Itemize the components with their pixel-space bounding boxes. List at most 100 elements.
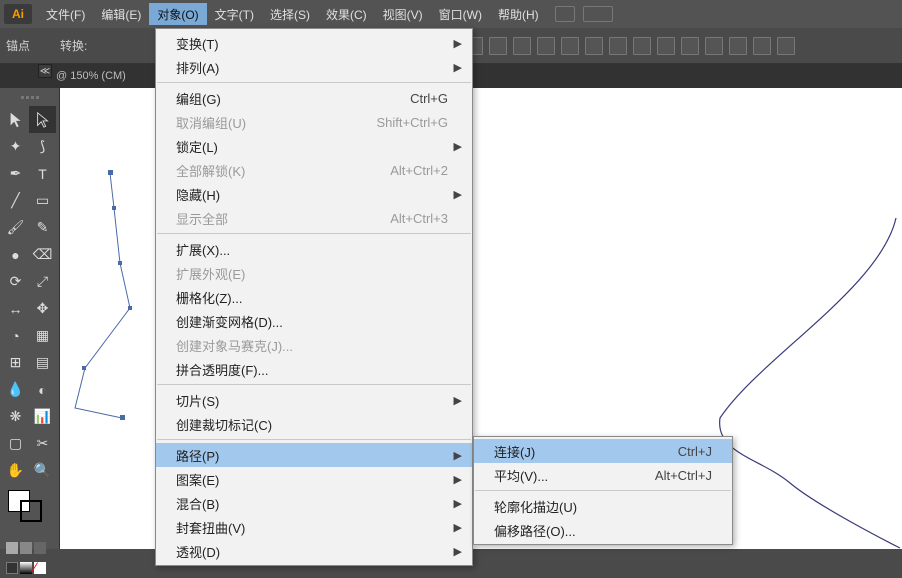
path-submenu-item-1[interactable]: 平均(V)...Alt+Ctrl+J [474,463,732,487]
slice-tool[interactable]: ✂ [29,430,56,457]
eyedropper-tool[interactable]: 💧 [2,376,29,403]
object-menu-item-14: 创建对象马赛克(J)... [156,333,472,357]
align-icon[interactable] [729,37,747,55]
hand-tool[interactable]: ✋ [2,457,29,484]
stroke-swatch[interactable] [20,500,42,522]
toolbox-grip[interactable] [6,96,54,102]
menu-type[interactable]: 文字(T) [207,3,262,25]
menu-item-label: 偏移路径(O)... [494,521,576,540]
object-menu-item-13[interactable]: 创建渐变网格(D)... [156,309,472,333]
free-transform-tool[interactable]: ✥ [29,295,56,322]
menu-view[interactable]: 视图(V) [375,3,431,25]
app-logo: Ai [4,4,32,24]
align-icon[interactable] [777,37,795,55]
scale-tool[interactable]: ⤢ [29,268,56,295]
menu-separator [475,490,731,491]
magic-wand-tool[interactable]: ✦ [2,133,29,160]
shape-builder-tool[interactable]: ◔ [2,322,29,349]
object-menu-dropdown: 变换(T)▶排列(A)▶ 编组(G)Ctrl+G取消编组(U)Shift+Ctrl… [155,28,473,566]
artboard-tool[interactable]: ▢ [2,430,29,457]
path-submenu: 连接(J)Ctrl+J平均(V)...Alt+Ctrl+J 轮廓化描边(U) 偏移路… [473,436,733,545]
draw-normal-icon[interactable] [6,542,18,554]
align-icon[interactable] [633,37,651,55]
menu-item-shortcut: Ctrl+J [678,444,712,459]
object-menu-item-5[interactable]: 锁定(L)▶ [156,134,472,158]
rotate-tool[interactable]: ⟳ [2,268,29,295]
object-menu-item-7[interactable]: 隐藏(H)▶ [156,182,472,206]
object-menu-item-24[interactable]: 透视(D)▶ [156,539,472,563]
direct-selection-tool[interactable] [29,106,56,133]
menu-bar: Ai 文件(F) 编辑(E) 对象(O) 文字(T) 选择(S) 效果(C) 视… [0,0,902,28]
object-menu-item-20[interactable]: 路径(P)▶ [156,443,472,467]
line-tool[interactable]: ╱ [2,187,29,214]
menu-separator [157,82,471,83]
object-menu-item-23[interactable]: 封套扭曲(V)▶ [156,515,472,539]
align-icon[interactable] [609,37,627,55]
align-icon[interactable] [681,37,699,55]
object-menu-item-12[interactable]: 栅格化(Z)... [156,285,472,309]
pencil-tool[interactable]: ✎ [29,214,56,241]
pen-tool[interactable]: ✒ [2,160,29,187]
color-mode-icon[interactable] [6,562,18,574]
mesh-tool[interactable]: ⊞ [2,349,29,376]
menu-window[interactable]: 窗口(W) [431,3,490,25]
rectangle-tool[interactable]: ▭ [29,187,56,214]
none-mode-icon[interactable]: ⁄ [34,562,46,574]
selection-tool[interactable] [2,106,29,133]
object-menu-item-21[interactable]: 图案(E)▶ [156,467,472,491]
object-menu-item-10[interactable]: 扩展(X)... [156,237,472,261]
lasso-tool[interactable]: ⟆ [29,133,56,160]
menu-select[interactable]: 选择(S) [262,3,318,25]
draw-behind-icon[interactable] [20,542,32,554]
type-tool[interactable]: T [29,160,56,187]
fill-stroke[interactable] [0,484,59,518]
menu-edit[interactable]: 编辑(E) [93,3,149,25]
align-icon[interactable] [513,37,531,55]
menu-item-label: 透视(D) [176,542,220,561]
menubar-icon-1[interactable] [555,6,575,22]
object-menu-item-3[interactable]: 编组(G)Ctrl+G [156,86,472,110]
path-submenu-item-3[interactable]: 轮廓化描边(U) [474,494,732,518]
object-menu-item-8: 显示全部Alt+Ctrl+3 [156,206,472,230]
object-menu-item-17[interactable]: 切片(S)▶ [156,388,472,412]
menu-item-label: 创建对象马赛克(J)... [176,336,293,355]
align-icon[interactable] [537,37,555,55]
object-menu-item-15[interactable]: 拼合透明度(F)... [156,357,472,381]
align-icon[interactable] [705,37,723,55]
align-icon[interactable] [753,37,771,55]
panel-close-icon[interactable]: ≪ [38,64,52,78]
object-menu-item-22[interactable]: 混合(B)▶ [156,491,472,515]
document-tab[interactable]: @ 150% (CM) [56,70,126,82]
draw-inside-icon[interactable] [34,542,46,554]
blob-brush-tool[interactable]: ● [2,241,29,268]
gradient-mode-icon[interactable] [20,562,32,574]
object-menu-item-0[interactable]: 变换(T)▶ [156,31,472,55]
symbol-sprayer-tool[interactable]: ❋ [2,403,29,430]
object-menu-item-18[interactable]: 创建裁切标记(C) [156,412,472,436]
object-menu-item-4: 取消编组(U)Shift+Ctrl+G [156,110,472,134]
screen-mode-row: ⁄ [0,558,59,578]
width-tool[interactable]: ↔ [2,295,29,322]
align-icon[interactable] [657,37,675,55]
path-submenu-item-4[interactable]: 偏移路径(O)... [474,518,732,542]
gradient-tool[interactable]: ▤ [29,349,56,376]
menu-item-label: 扩展外观(E) [176,264,245,283]
align-icon[interactable] [561,37,579,55]
brush-tool[interactable]: 🖌 [2,214,29,241]
align-icon[interactable] [585,37,603,55]
blend-tool[interactable]: ◐ [29,376,56,403]
zoom-tool[interactable]: 🔍 [29,457,56,484]
layout-switcher-icon[interactable] [583,6,613,22]
eraser-tool[interactable]: ⌫ [29,241,56,268]
perspective-tool[interactable]: ▦ [29,322,56,349]
menu-item-label: 切片(S) [176,391,219,410]
menu-help[interactable]: 帮助(H) [490,3,547,25]
object-menu-item-1[interactable]: 排列(A)▶ [156,55,472,79]
menu-effect[interactable]: 效果(C) [318,3,375,25]
menu-object[interactable]: 对象(O) [149,3,206,25]
align-icon[interactable] [489,37,507,55]
menu-file[interactable]: 文件(F) [38,3,93,25]
menu-item-label: 混合(B) [176,494,219,513]
graph-tool[interactable]: 📊 [29,403,56,430]
path-submenu-item-0[interactable]: 连接(J)Ctrl+J [474,439,732,463]
